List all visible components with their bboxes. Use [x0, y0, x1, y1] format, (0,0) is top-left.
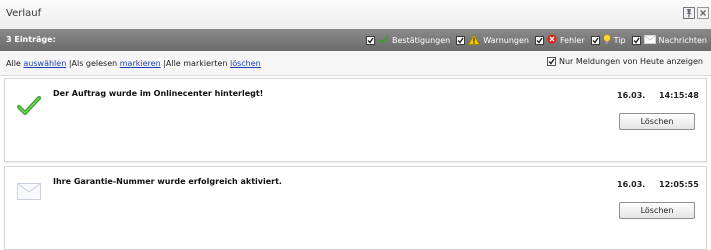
envelope-icon [17, 183, 41, 203]
confirmations-checkbox[interactable] [365, 35, 375, 45]
message-date: 16.03. [617, 180, 646, 189]
filter-messages-label: Nachrichten [658, 35, 707, 45]
filter-bar: 3 Einträge: Bestätigungen Warnungen Fehl… [0, 29, 711, 51]
warnings-checkbox[interactable] [456, 35, 466, 45]
filter-group: Bestätigungen Warnungen Fehler Tip Nachr… [360, 32, 707, 48]
message-date: 16.03. [617, 91, 646, 100]
message-time: 14:15:48 [659, 91, 699, 100]
message-text: Ihre Garantie-Nummer wurde erfolgreich a… [53, 177, 282, 186]
filter-messages[interactable]: Nachrichten [631, 34, 707, 46]
filter-warnings[interactable]: Warnungen [456, 33, 529, 47]
delete-button[interactable]: Löschen [619, 113, 695, 130]
filter-confirmations[interactable]: Bestätigungen [365, 34, 451, 46]
select-all-link[interactable]: auswählen [23, 59, 66, 68]
message-item: Der Auftrag wurde im Onlinecenter hinter… [4, 78, 707, 162]
close-icon[interactable] [697, 7, 709, 19]
delete-marked-text: |Alle markierten [163, 59, 228, 68]
entry-count: 3 Einträge: [6, 35, 56, 44]
all-prefix: Alle [6, 59, 21, 68]
filter-warnings-label: Warnungen [483, 35, 529, 45]
tips-checkbox[interactable] [590, 35, 600, 45]
today-only-label: Nur Meldungen von Heute anzeigen [558, 57, 703, 66]
messages-checkbox[interactable] [631, 35, 641, 45]
delete-button[interactable]: Löschen [619, 202, 695, 219]
filter-tips[interactable]: Tip [590, 33, 626, 47]
error-icon [547, 34, 557, 46]
message-text: Der Auftrag wurde im Onlinecenter hinter… [53, 89, 264, 98]
filter-confirmations-label: Bestätigungen [391, 35, 451, 45]
delete-marked-link[interactable]: löschen [230, 59, 261, 68]
action-bar: Alle auswählen |Als gelesen markieren |A… [0, 51, 711, 76]
filter-errors-label: Fehler [559, 35, 585, 45]
today-only-toggle[interactable]: Nur Meldungen von Heute anzeigen [546, 57, 703, 66]
today-only-checkbox[interactable] [546, 57, 556, 66]
lightbulb-icon [602, 33, 611, 47]
filter-errors[interactable]: Fehler [534, 34, 585, 46]
warning-icon [468, 33, 481, 47]
panel-title: Verlauf [6, 8, 42, 19]
envelope-icon [643, 34, 656, 46]
check-icon [378, 34, 389, 46]
message-time: 12:05:55 [659, 180, 699, 189]
bulk-actions: Alle auswählen |Als gelesen markieren |A… [6, 59, 261, 68]
filter-tips-label: Tip [613, 35, 626, 45]
panel-header: Verlauf [0, 0, 711, 30]
mark-read-text: |Als gelesen [68, 59, 118, 68]
mark-read-link[interactable]: markieren [120, 59, 161, 68]
message-item: Ihre Garantie-Nummer wurde erfolgreich a… [4, 166, 707, 250]
checkmark-icon [17, 95, 41, 120]
pin-icon[interactable] [683, 7, 695, 19]
errors-checkbox[interactable] [534, 35, 544, 45]
